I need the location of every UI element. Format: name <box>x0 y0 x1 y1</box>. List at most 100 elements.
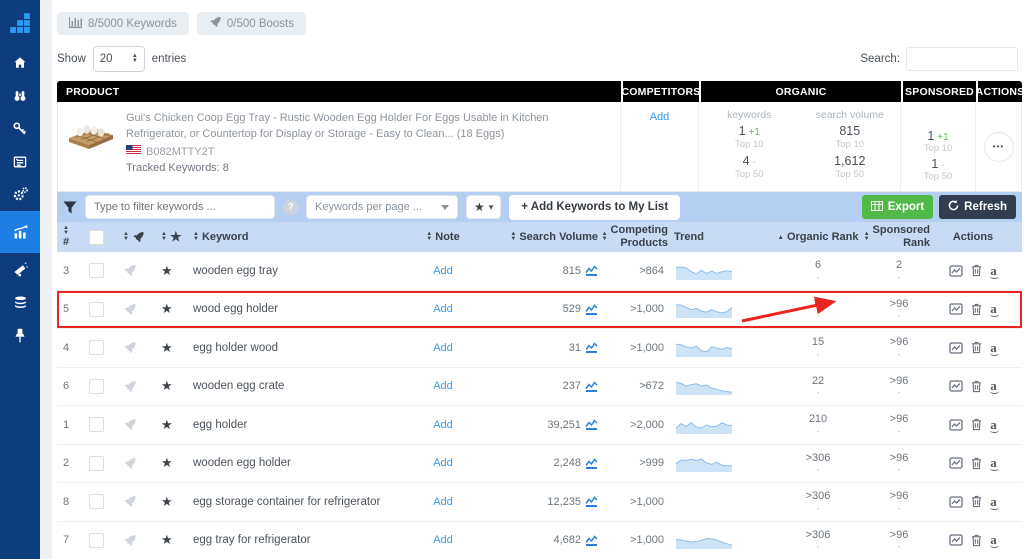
star-icon[interactable]: ★ <box>161 455 173 471</box>
add-note-link[interactable]: Add <box>433 534 453 546</box>
star-icon[interactable]: ★ <box>161 417 173 433</box>
volume-history-icon[interactable] <box>585 342 598 353</box>
row-checkbox[interactable] <box>89 302 123 317</box>
boosts-quota-button[interactable]: 0/500 Boosts <box>197 12 306 35</box>
star-icon[interactable]: ★ <box>161 532 173 548</box>
amazon-link-icon[interactable]: a <box>990 458 997 468</box>
star-icon[interactable]: ★ <box>161 263 173 279</box>
organic-rank-column-header[interactable]: ▲ Organic Rank <box>768 231 868 243</box>
star-icon[interactable]: ★ <box>161 301 173 317</box>
rank-history-icon[interactable] <box>949 380 963 392</box>
rank-history-icon[interactable] <box>949 496 963 508</box>
delete-icon[interactable] <box>971 341 982 354</box>
product-actions-menu-button[interactable]: ••• <box>984 132 1014 162</box>
volume-history-icon[interactable] <box>585 535 598 546</box>
amazon-link-icon[interactable]: a <box>990 535 997 545</box>
add-note-link[interactable]: Add <box>433 265 453 277</box>
boost-column-header[interactable]: ▲▼ <box>123 231 161 243</box>
add-note-link[interactable]: Add <box>433 496 453 508</box>
volume-history-icon[interactable] <box>585 304 598 315</box>
rank-history-icon[interactable] <box>949 419 963 431</box>
keyword-filter-input[interactable] <box>85 195 275 219</box>
star-icon[interactable]: ★ <box>161 340 173 356</box>
delete-icon[interactable] <box>971 418 982 431</box>
keywords-quota-button[interactable]: 8/5000 Keywords <box>57 12 189 35</box>
rank-history-icon[interactable] <box>949 265 963 277</box>
keyword-text: wooden egg crate <box>193 380 393 392</box>
sidebar <box>0 0 40 559</box>
add-note-link[interactable]: Add <box>433 457 453 469</box>
add-note-link[interactable]: Add <box>433 419 453 431</box>
add-note-link[interactable]: Add <box>433 380 453 392</box>
rank-history-icon[interactable] <box>949 534 963 546</box>
sidebar-item-binoculars[interactable] <box>0 79 40 112</box>
delete-icon[interactable] <box>971 495 982 508</box>
keywords-per-page-select[interactable]: Keywords per page ... <box>306 195 458 219</box>
sidebar-item-key[interactable] <box>0 112 40 145</box>
boost-icon[interactable] <box>123 341 161 354</box>
add-note-link[interactable]: Add <box>433 303 453 315</box>
delete-icon[interactable] <box>971 380 982 393</box>
amazon-link-icon[interactable]: a <box>990 420 997 430</box>
keyword-column-header[interactable]: ▲▼ Keyword <box>193 231 393 243</box>
refresh-button[interactable]: Refresh <box>939 195 1016 219</box>
add-keywords-button[interactable]: + Add Keywords to My List <box>509 195 680 220</box>
add-competitor-link[interactable]: Add <box>650 111 670 191</box>
index-column-header[interactable]: ▲▼ # <box>63 226 89 248</box>
note-column-header[interactable]: ▲▼ Note <box>393 231 493 243</box>
row-checkbox[interactable] <box>89 456 123 471</box>
amazon-link-icon[interactable]: a <box>990 304 997 314</box>
boost-icon[interactable] <box>123 534 161 547</box>
delete-icon[interactable] <box>971 303 982 316</box>
volume-history-icon[interactable] <box>585 265 598 276</box>
row-checkbox[interactable] <box>89 533 123 548</box>
delete-icon[interactable] <box>971 264 982 277</box>
star-filter-dropdown[interactable]: ★ ▾ <box>466 195 501 219</box>
volume-history-icon[interactable] <box>585 458 598 469</box>
star-icon[interactable]: ★ <box>161 494 173 510</box>
delete-icon[interactable] <box>971 457 982 470</box>
boost-icon[interactable] <box>123 264 161 277</box>
rank-history-icon[interactable] <box>949 457 963 469</box>
star-column-header[interactable]: ▲▼ ★ <box>161 229 193 245</box>
help-icon[interactable]: ? <box>283 200 298 215</box>
row-checkbox[interactable] <box>89 494 123 509</box>
amazon-link-icon[interactable]: a <box>990 497 997 507</box>
amazon-link-icon[interactable]: a <box>990 343 997 353</box>
sidebar-item-keyword-tracker[interactable] <box>0 211 40 253</box>
sidebar-item-home[interactable] <box>0 46 40 79</box>
export-button[interactable]: Export <box>862 195 933 219</box>
row-checkbox[interactable] <box>89 417 123 432</box>
search-volume-column-header[interactable]: ▲▼ Search Volume <box>493 231 598 243</box>
row-checkbox[interactable] <box>89 340 123 355</box>
add-note-link[interactable]: Add <box>433 342 453 354</box>
amazon-link-icon[interactable]: a <box>990 266 997 276</box>
star-icon[interactable]: ★ <box>161 378 173 394</box>
sidebar-item-form[interactable] <box>0 145 40 178</box>
entries-per-page-select[interactable]: 20 ▲▼ <box>93 46 145 72</box>
sidebar-item-megaphone[interactable] <box>0 253 40 286</box>
search-input[interactable] <box>906 47 1018 71</box>
boost-icon[interactable] <box>123 495 161 508</box>
volume-history-icon[interactable] <box>585 381 598 392</box>
sidebar-item-gears[interactable] <box>0 178 40 211</box>
row-checkbox[interactable] <box>89 263 123 278</box>
row-checkbox[interactable] <box>89 379 123 394</box>
sidebar-item-layers[interactable] <box>0 286 40 319</box>
sponsored-rank-column-header[interactable]: ▲▼ SponsoredRank <box>868 224 930 249</box>
rank-history-icon[interactable] <box>949 303 963 315</box>
amazon-link-icon[interactable]: a <box>990 381 997 391</box>
sidebar-item-pin[interactable] <box>0 319 40 352</box>
boost-icon[interactable] <box>123 418 161 431</box>
boost-icon[interactable] <box>123 457 161 470</box>
boost-icon[interactable] <box>123 380 161 393</box>
trend-sparkline <box>676 531 732 549</box>
volume-history-icon[interactable] <box>585 419 598 430</box>
volume-history-icon[interactable] <box>585 496 598 507</box>
logo-chart-icon[interactable] <box>0 0 40 46</box>
delete-icon[interactable] <box>971 534 982 547</box>
rank-history-icon[interactable] <box>949 342 963 354</box>
competing-products-column-header[interactable]: ▲▼ CompetingProducts <box>598 224 668 249</box>
select-all-checkbox[interactable] <box>89 230 123 245</box>
boost-icon[interactable] <box>123 303 161 316</box>
